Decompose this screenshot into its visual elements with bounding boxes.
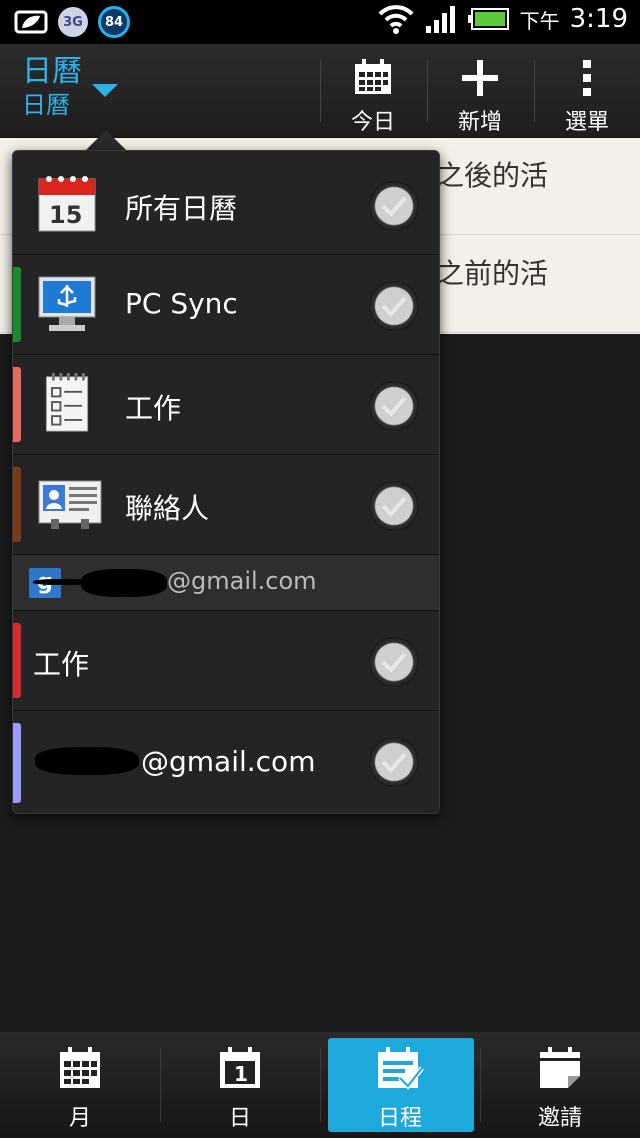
calendar-item-label: PC Sync [125, 287, 238, 320]
wifi-icon [378, 5, 414, 34]
calendar-selector[interactable]: 日曆 日曆 [22, 54, 82, 120]
check-icon [381, 196, 407, 217]
menu-label: 選單 [564, 110, 609, 135]
calendar-item-all[interactable]: 15 所有日曆 [13, 151, 439, 255]
contact-card-icon [38, 480, 102, 529]
today-button[interactable]: 今日 [320, 44, 426, 138]
calendar-item-work[interactable]: 工作 [13, 355, 439, 455]
dropdown-caret-icon[interactable] [92, 84, 118, 97]
app-title: 日曆 [22, 54, 82, 89]
check-icon [381, 652, 407, 673]
action-bar: 日曆 日曆 今日 新增 選單 [0, 44, 640, 138]
calendar-color-bar [13, 723, 21, 803]
google-account-header: g @gmail.com [13, 555, 439, 611]
checklist-notepad-icon [45, 373, 89, 432]
battery-saver-badge: 84 [98, 6, 130, 38]
calendar-checkbox[interactable] [369, 181, 419, 231]
calendar-item-label: @gmail.com [141, 745, 316, 778]
today-label: 今日 [350, 110, 395, 135]
calendar-popup: 15 所有日曆 PC Sync 工作 聯絡人 @gmail.com 工作 @gm… [12, 150, 440, 814]
battery-icon [467, 8, 509, 30]
tab-month[interactable]: 月 [0, 1032, 160, 1138]
calendar-subtitle: 日曆 [22, 91, 70, 119]
calendar-15-icon: 15 [38, 176, 96, 232]
calendar-item-pc-sync[interactable]: PC Sync [13, 255, 439, 355]
status-ampm: 下午 [519, 8, 560, 33]
tab-label: 日 [228, 1106, 251, 1131]
calendar-item-label: 聯絡人 [125, 492, 210, 525]
add-label: 新增 [457, 110, 502, 135]
htc-leaf-icon [14, 10, 48, 34]
svg-text:15: 15 [49, 201, 82, 229]
calendar-color-bar [13, 623, 21, 698]
status-left: 3G 84 [14, 6, 130, 38]
signal-icon [425, 6, 455, 33]
day-one-icon: 1 [220, 1047, 260, 1088]
google-account-email: @gmail.com [167, 567, 317, 595]
invite-note-icon [540, 1047, 580, 1088]
agenda-row-label: 之後的活 [436, 159, 549, 192]
calendar-item-label: 所有日曆 [125, 192, 238, 225]
bottom-tab-bar: 月 1 日 日程 邀請 [0, 1032, 640, 1138]
calendar-checkbox[interactable] [369, 481, 419, 531]
add-button[interactable]: 新增 [427, 44, 533, 138]
check-icon [381, 296, 407, 317]
calendar-item-contacts[interactable]: 聯絡人 [13, 455, 439, 555]
redaction-mark [81, 569, 167, 597]
tab-agenda[interactable]: 日程 [320, 1032, 480, 1138]
calendar-checkbox[interactable] [369, 381, 419, 431]
calendar-item-google-main[interactable]: @gmail.com [13, 711, 439, 813]
calendar-color-bar [13, 467, 21, 542]
pc-usb-icon [38, 276, 96, 331]
network-3g-icon: 3G [58, 7, 88, 37]
calendar-color-bar [13, 267, 21, 342]
menu-button[interactable]: 選單 [534, 44, 640, 138]
screen: 3G 84 下午 3:19 日曆 日曆 今日 新增 選單 之後的活 之前的活 1… [0, 0, 640, 1138]
plus-icon [462, 60, 498, 96]
status-time: 3:19 [569, 4, 628, 34]
calendar-item-label: 工作 [33, 648, 90, 681]
tab-day[interactable]: 1 日 [160, 1032, 320, 1138]
status-bar: 3G 84 下午 3:19 [0, 0, 640, 44]
calendar-item-google-work[interactable]: 工作 [13, 611, 439, 711]
calendar-checkbox[interactable] [369, 737, 419, 787]
calendar-checkbox[interactable] [369, 637, 419, 687]
tab-label: 月 [68, 1106, 91, 1131]
check-icon [381, 752, 407, 773]
tab-label: 日程 [377, 1106, 422, 1131]
calendar-checkbox[interactable] [369, 281, 419, 331]
calendar-today-icon [355, 59, 391, 94]
month-grid-icon [60, 1047, 100, 1088]
check-icon [381, 396, 407, 417]
agenda-check-icon [378, 1047, 424, 1090]
calendar-color-bar [13, 367, 21, 442]
calendar-item-label: 工作 [125, 392, 182, 425]
status-right: 下午 3:19 [378, 4, 628, 34]
check-icon [381, 496, 407, 517]
tab-label: 邀請 [537, 1106, 582, 1131]
agenda-row-label: 之前的活 [436, 257, 549, 290]
tab-invites[interactable]: 邀請 [480, 1032, 640, 1138]
overflow-menu-icon [583, 60, 591, 96]
svg-text:1: 1 [234, 1062, 248, 1086]
popup-pointer [86, 130, 126, 150]
redaction-mark [35, 747, 139, 775]
